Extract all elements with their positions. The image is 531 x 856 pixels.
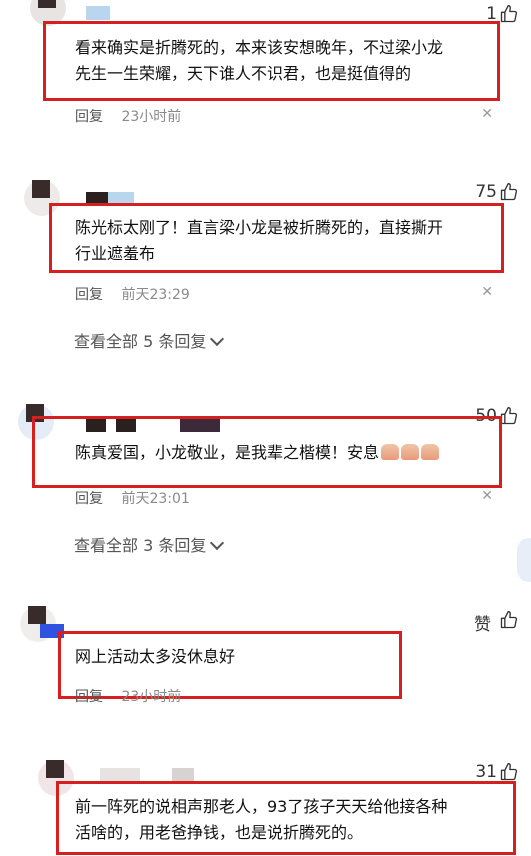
reply-button[interactable]: 回复 <box>75 491 103 507</box>
scroll-handle[interactable] <box>517 538 531 582</box>
timestamp: 前天23:01 <box>121 491 190 507</box>
chevron-down-icon <box>210 535 225 551</box>
like-text[interactable]: 赞 <box>474 610 491 635</box>
comment-text-line: 活啥的，用老爸挣钱，也是说折腾死的。 <box>75 823 364 842</box>
comment-text-line: 陈真爱国，小龙敬业，是我辈之楷模！安息 <box>75 443 380 462</box>
comment-meta: 回复 23小时前 <box>75 106 181 126</box>
praying-hands-emoji <box>401 444 420 460</box>
view-all-label: 查看全部 3 条回复 <box>74 536 207 555</box>
comment-text: 陈真爱国，小龙敬业，是我辈之楷模！安息 <box>75 440 495 466</box>
timestamp: 23小时前 <box>121 109 182 125</box>
thumb-up-icon[interactable] <box>499 762 519 782</box>
close-icon[interactable]: ✕ <box>481 488 493 504</box>
thumb-up-icon[interactable] <box>499 182 519 202</box>
thumb-up-icon[interactable] <box>499 406 519 426</box>
reply-button[interactable]: 回复 <box>75 287 103 303</box>
view-all-replies-link[interactable]: 查看全部 3 条回复 <box>74 532 225 556</box>
reply-button[interactable]: 回复 <box>75 689 103 705</box>
comment-item: 75 陈光标太刚了！直言梁小龙是被折腾死的，直接撕开 行业遮羞布 回复 前天23… <box>0 170 531 360</box>
like-count: 75 <box>475 182 497 202</box>
praying-hands-emoji <box>381 444 400 460</box>
comment-text-line: 先生一生荣耀，天下谁人不识君，也是挺值得的 <box>75 64 412 83</box>
comment-meta: 回复 前天23:01 <box>75 488 190 508</box>
chevron-down-icon <box>210 331 225 347</box>
comment-text: 看来确实是折腾死的，本来该安想晚年，不过梁小龙 先生一生荣耀，天下谁人不识君，也… <box>75 35 490 87</box>
like-count: 31 <box>475 762 497 782</box>
timestamp: 23小时前 <box>121 689 182 705</box>
comment-text-line: 看来确实是折腾死的，本来该安想晚年，不过梁小龙 <box>75 38 444 57</box>
comment-meta: 回复 前天23:29 <box>75 284 190 304</box>
comment-text: 前一阵死的说相声那老人，93了孩子天天给他接各种 活啥的，用老爸挣钱，也是说折腾… <box>75 794 505 846</box>
comment-item: 赞 网上活动太多没休息好 回复 23小时前 <box>0 600 531 710</box>
comment-text-line: 行业遮羞布 <box>75 244 156 263</box>
comment-text-line: 陈光标太刚了！直言梁小龙是被折腾死的，直接撕开 <box>75 218 444 237</box>
view-all-replies-link[interactable]: 查看全部 5 条回复 <box>74 328 225 352</box>
comment-text: 陈光标太刚了！直言梁小龙是被折腾死的，直接撕开 行业遮羞布 <box>75 215 495 267</box>
thumb-up-icon[interactable] <box>499 610 519 630</box>
close-icon[interactable]: ✕ <box>481 106 493 122</box>
view-all-label: 查看全部 5 条回复 <box>74 332 207 351</box>
close-icon[interactable]: ✕ <box>481 284 493 300</box>
comment-item: 50 陈真爱国，小龙敬业，是我辈之楷模！安息 回复 前天23:01 ✕ 查看全部… <box>0 390 531 570</box>
comment-item: 1 看来确实是折腾死的，本来该安想晚年，不过梁小龙 先生一生荣耀，天下谁人不识君… <box>0 0 531 140</box>
thumb-up-icon[interactable] <box>499 4 519 24</box>
comment-text-line: 网上活动太多没休息好 <box>75 647 236 666</box>
comment-item: 31 前一阵死的说相声那老人，93了孩子天天给他接各种 活啥的，用老爸挣钱，也是… <box>0 750 531 856</box>
comment-text-line: 前一阵死的说相声那老人，93了孩子天天给他接各种 <box>75 797 448 816</box>
reply-button[interactable]: 回复 <box>75 109 103 125</box>
comment-text: 网上活动太多没休息好 <box>75 644 385 670</box>
timestamp: 前天23:29 <box>121 287 190 303</box>
comment-meta: 回复 23小时前 <box>75 686 181 706</box>
praying-hands-emoji <box>421 444 440 460</box>
